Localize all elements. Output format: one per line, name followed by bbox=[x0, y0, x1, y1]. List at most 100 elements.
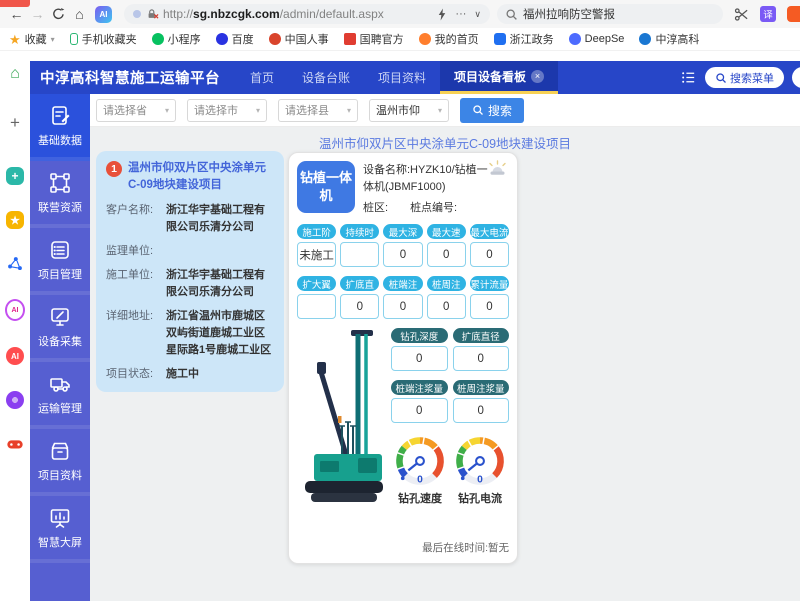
bookmark-label: 浙江政务 bbox=[510, 31, 554, 47]
bookmark-miniprogram[interactable]: 小程序 bbox=[152, 31, 201, 47]
address-bar[interactable]: http://sg.nbzcgk.com/admin/default.aspx … bbox=[124, 4, 490, 24]
bolt-icon[interactable] bbox=[437, 8, 447, 21]
field-value: 浙江华宇基础工程有限公司乐清分公司 bbox=[166, 267, 274, 301]
chevron-down-icon[interactable]: ∨ bbox=[474, 9, 481, 20]
rail-app-star-icon[interactable]: ★ bbox=[6, 211, 24, 229]
bookmark-deepseek[interactable]: DeepSe bbox=[569, 33, 625, 45]
device-panel[interactable]: 钻植一体机 设备名称:HYZK10/钻植一体机(JBMF1000) 桩区: 桩点… bbox=[288, 152, 518, 564]
presentation-board-icon bbox=[48, 506, 72, 530]
partial-pill-button[interactable] bbox=[792, 67, 800, 88]
sidebar-item-label: 项目资料 bbox=[38, 467, 82, 483]
forward-button[interactable]: → bbox=[27, 7, 48, 21]
tab-label: 项目资料 bbox=[378, 69, 426, 86]
more-options-icon[interactable]: ··· bbox=[455, 8, 466, 20]
project-field-row: 监理单位: bbox=[106, 243, 274, 260]
field-label: 监理单位: bbox=[106, 243, 166, 260]
app-sidebar: 基础数据 联营资源 项目管理 设备采集 运输管理 bbox=[30, 94, 90, 601]
truck-icon bbox=[48, 372, 72, 396]
refresh-button[interactable] bbox=[48, 7, 69, 22]
screenshot-scissors-icon[interactable] bbox=[734, 7, 749, 22]
rail-app-ai-red-icon[interactable]: AI bbox=[6, 347, 24, 365]
stat-label: 桩端注 bbox=[383, 276, 422, 291]
stats-row-1: 施工阶未施工 持续时 最大深0 最大速0 最大电流0 bbox=[297, 224, 509, 267]
stat-label: 扩底直径 bbox=[453, 328, 510, 343]
sidebar-item-transport-management[interactable]: 运输管理 bbox=[30, 362, 90, 429]
gauge-drill-speed: 0 钻孔速度 bbox=[392, 433, 448, 506]
select-value: 温州市仰 bbox=[376, 102, 420, 118]
content-area: 温州市仰双片区中央涂单元C-09地块建设项目 1 温州市仰双片区中央涂单元C-0… bbox=[90, 127, 800, 601]
stat-value: 0 bbox=[470, 242, 509, 267]
rail-app-molecule-icon[interactable] bbox=[6, 255, 24, 273]
sidebar-item-project-docs[interactable]: 项目资料 bbox=[30, 429, 90, 496]
sidebar-item-joint-resources[interactable]: 联营资源 bbox=[30, 161, 90, 228]
tab-close-icon[interactable]: × bbox=[531, 70, 544, 83]
tab-device-ledger[interactable]: 设备台账 bbox=[288, 61, 364, 94]
search-button-label: 搜索 bbox=[488, 102, 512, 119]
rail-app-purple-icon[interactable] bbox=[6, 391, 24, 409]
translate-icon[interactable]: 译 bbox=[760, 6, 776, 22]
county-select[interactable]: 请选择县▾ bbox=[278, 99, 358, 122]
rail-new-icon[interactable]: + bbox=[10, 113, 20, 133]
sidebar-item-basic-data[interactable]: 基础数据 bbox=[30, 94, 90, 161]
china-personnel-favicon bbox=[269, 33, 281, 45]
rail-gamepad-icon[interactable] bbox=[6, 435, 24, 453]
tab-home[interactable]: 首页 bbox=[236, 61, 288, 94]
baidu-favicon bbox=[216, 33, 228, 45]
rail-app-teal-icon[interactable]: + bbox=[6, 167, 24, 185]
drilling-rig-illustration bbox=[297, 328, 389, 515]
search-button[interactable]: 搜索 bbox=[460, 98, 524, 123]
caret-down-icon: ▾ bbox=[256, 106, 260, 115]
search-menu-button[interactable]: 搜索菜单 bbox=[705, 67, 784, 88]
extension-icon[interactable] bbox=[787, 6, 800, 22]
project-title[interactable]: 温州市仰双片区中央涂单元C-09地块建设项目 bbox=[128, 160, 274, 195]
caret-down-icon: ▾ bbox=[347, 106, 351, 115]
device-collect-icon bbox=[48, 305, 72, 329]
project-field-row: 详细地址:浙江省温州市鹿城区双屿街道鹿城工业区星际路1号鹿城工业区 bbox=[106, 308, 274, 359]
sidebar-item-device-collect[interactable]: 设备采集 bbox=[30, 295, 90, 362]
stat-label: 钻孔深度 bbox=[391, 328, 448, 343]
bookmark-label: DeepSe bbox=[585, 33, 625, 45]
bookmark-china-personnel[interactable]: 中国人事 bbox=[269, 31, 329, 47]
bookmark-zhongchun[interactable]: 中淳高科 bbox=[639, 31, 699, 47]
project-select[interactable]: 温州市仰▾ bbox=[369, 99, 449, 122]
stat-label: 累计流量 bbox=[470, 276, 509, 291]
pile-area-label: 桩区: bbox=[363, 199, 388, 215]
site-info-icon[interactable] bbox=[133, 10, 141, 18]
gauge-label: 钻孔速度 bbox=[398, 490, 442, 506]
url-domain: sg.nbzcgk.com bbox=[193, 7, 280, 21]
tab-project-docs[interactable]: 项目资料 bbox=[364, 61, 440, 94]
browser-search-input[interactable]: 福州拉响防空警报 bbox=[497, 4, 723, 24]
bookmark-phone-folder[interactable]: 手机收藏夹 bbox=[70, 31, 137, 47]
city-select[interactable]: 请选择市▾ bbox=[187, 99, 267, 122]
bookmark-my-homepage[interactable]: 我的首页 bbox=[419, 31, 479, 47]
bookmark-guopin[interactable]: 国聘官方 bbox=[344, 31, 404, 47]
home-button[interactable]: ⌂ bbox=[69, 7, 90, 21]
sidebar-item-label: 运输管理 bbox=[38, 400, 82, 416]
stat-label: 扩底直 bbox=[340, 276, 379, 291]
bookmark-label: 百度 bbox=[232, 31, 254, 47]
sidebar-item-label: 联营资源 bbox=[38, 199, 82, 215]
project-card[interactable]: 1 温州市仰双片区中央涂单元C-09地块建设项目 客户名称:浙江华宇基础工程有限… bbox=[96, 151, 284, 392]
app-title: 中淳高科智慧施工运输平台 bbox=[30, 61, 236, 94]
bookmark-favorites[interactable]: ★收藏▾ bbox=[9, 31, 55, 47]
sidebar-item-smart-screen[interactable]: 智慧大屏 bbox=[30, 496, 90, 563]
archive-box-icon bbox=[48, 439, 72, 463]
rail-app-ai-ring-icon[interactable]: AI bbox=[5, 299, 25, 321]
stat-value: 0 bbox=[470, 294, 509, 319]
back-button[interactable]: ← bbox=[6, 7, 27, 21]
bookmark-label: 中淳高科 bbox=[655, 31, 699, 47]
province-select[interactable]: 请选择省▾ bbox=[96, 99, 176, 122]
page-title: 温州市仰双片区中央涂单元C-09地块建设项目 bbox=[90, 133, 800, 152]
rail-home-icon[interactable]: ⌂ bbox=[10, 65, 20, 83]
tab-device-board[interactable]: 项目设备看板× bbox=[440, 61, 558, 94]
stat-value: 0 bbox=[391, 346, 448, 371]
bookmark-baidu[interactable]: 百度 bbox=[216, 31, 254, 47]
browser-ai-logo-icon[interactable]: AI bbox=[95, 6, 112, 23]
insecure-lock-icon[interactable] bbox=[146, 8, 159, 20]
bookmark-label: 手机收藏夹 bbox=[82, 31, 137, 47]
sidebar-item-project-management[interactable]: 项目管理 bbox=[30, 228, 90, 295]
menu-collapse-icon[interactable] bbox=[680, 69, 697, 86]
select-value: 请选择省 bbox=[103, 102, 147, 118]
bookmark-zhejiang-gov[interactable]: 浙江政务 bbox=[494, 31, 554, 47]
project-field-row: 施工单位:浙江华宇基础工程有限公司乐清分公司 bbox=[106, 267, 274, 301]
